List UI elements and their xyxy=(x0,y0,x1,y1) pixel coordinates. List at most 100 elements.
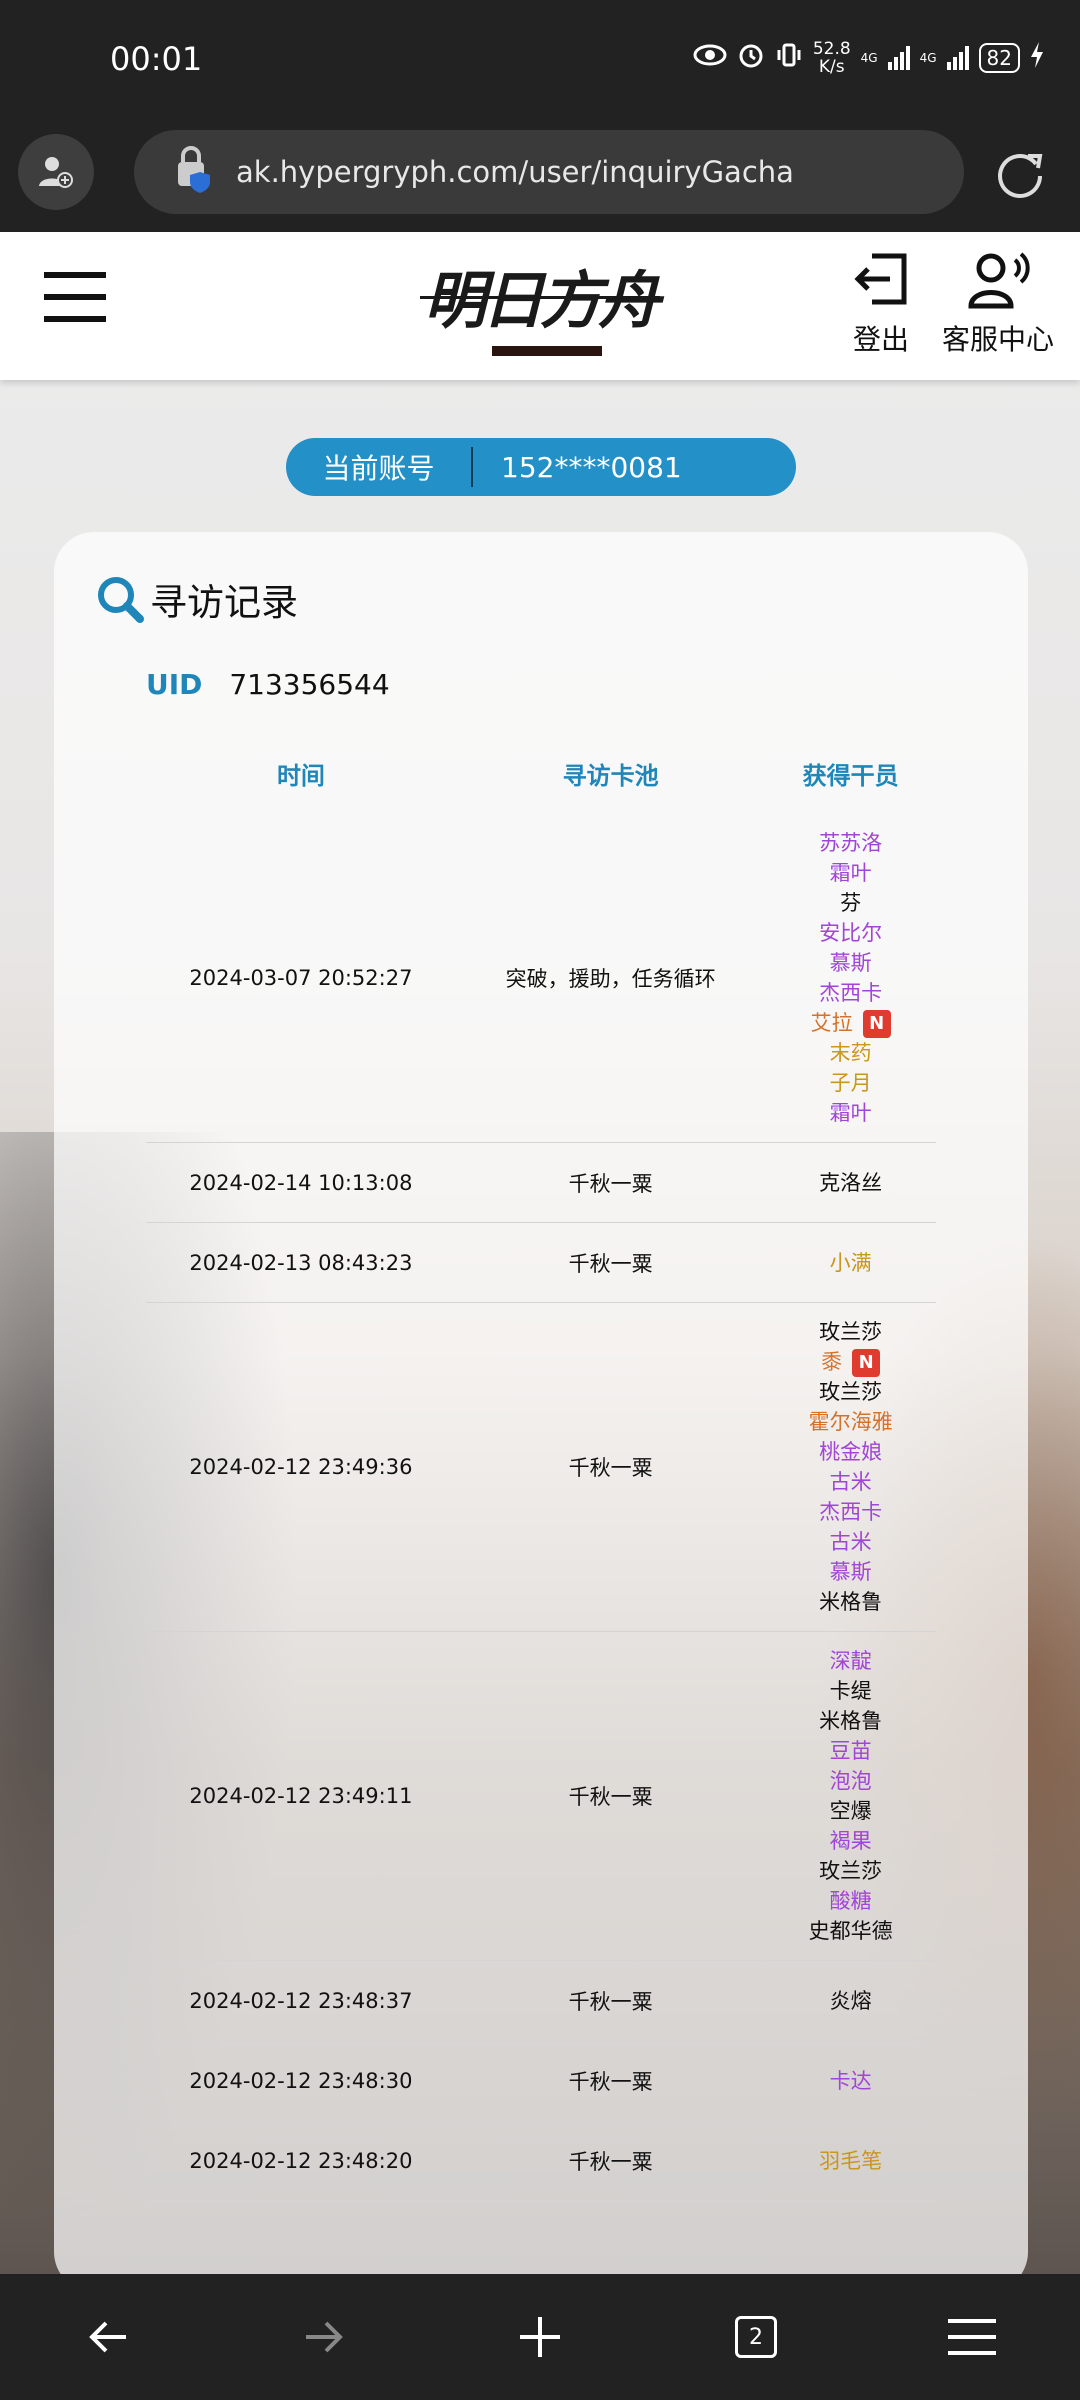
operator-name-text: 黍 xyxy=(821,1350,843,1374)
address-bar[interactable]: ak.hypergryph.com/user/inquiryGacha xyxy=(134,130,964,214)
operator-name: 慕斯 xyxy=(765,948,936,978)
new-tab-button[interactable] xyxy=(500,2297,580,2377)
operator-name-text: 霜叶 xyxy=(829,861,872,885)
operator-name-text: 泡泡 xyxy=(829,1769,872,1793)
logout-icon xyxy=(854,253,907,305)
refresh-button[interactable] xyxy=(990,144,1050,204)
column-header-time: 时间 xyxy=(276,761,325,790)
row-pool: 突破，援助，任务循环 xyxy=(455,814,766,1143)
operator-name: 卡达 xyxy=(765,2066,936,2096)
back-button[interactable] xyxy=(68,2297,148,2377)
vibrate-icon xyxy=(775,41,803,76)
operator-name: 褐果 xyxy=(765,1826,936,1856)
arknights-logo[interactable]: 明日方舟 xyxy=(420,250,660,368)
table-row: 2024-02-12 23:48:37 千秋一粟 炎熔 xyxy=(146,1960,936,2041)
operator-name: 玫兰莎 xyxy=(765,1317,936,1347)
operator-name-text: 卡达 xyxy=(829,2068,872,2093)
operator-name-text: 苏苏洛 xyxy=(819,831,883,855)
operator-name-text: 慕斯 xyxy=(829,951,872,975)
row-pool: 千秋一粟 xyxy=(455,1631,766,1961)
operator-name-text: 空爆 xyxy=(829,1799,872,1823)
row-pool: 千秋一粟 xyxy=(455,2040,766,2121)
operator-name: 霍尔海雅 xyxy=(765,1407,936,1437)
operator-name-text: 安比尔 xyxy=(819,921,883,945)
menu-icon xyxy=(44,272,106,278)
row-operators: 卡达 xyxy=(765,2040,936,2121)
logo-text: 明日方舟 xyxy=(423,264,660,337)
operator-name: 玫兰莎 xyxy=(765,1377,936,1407)
forward-button[interactable] xyxy=(284,2297,364,2377)
menu-button[interactable] xyxy=(44,272,106,322)
row-time: 2024-02-12 23:49:11 xyxy=(146,1631,456,1961)
uid-label: UID xyxy=(146,668,203,701)
operator-name-text: 羽毛笔 xyxy=(819,2148,883,2173)
operator-name: 古米 xyxy=(765,1467,936,1497)
operator-name-text: 米格鲁 xyxy=(819,1590,883,1614)
operator-name: 黍N xyxy=(765,1347,936,1377)
card-title-text: 寻访记录 xyxy=(150,581,298,624)
operator-name-text: 小满 xyxy=(829,1250,872,1275)
net-speed-unit: K/s xyxy=(818,57,845,77)
operator-name: 玫兰莎 xyxy=(765,1856,936,1886)
site-info-icon[interactable] xyxy=(172,144,214,201)
operator-name: 杰西卡 xyxy=(765,978,936,1008)
customer-service-label: 客服中心 xyxy=(942,323,1055,356)
operator-name: 豆苗 xyxy=(765,1736,936,1766)
logout-button[interactable]: 登出 xyxy=(850,248,912,358)
column-header-operators: 获得干员 xyxy=(802,761,899,790)
forward-arrow-icon xyxy=(306,2321,343,2353)
net-speed: 52.8 K/s xyxy=(813,40,851,76)
alarm-icon xyxy=(737,41,765,76)
operator-name: 芬 xyxy=(765,888,936,918)
operator-name-text: 桃金娘 xyxy=(819,1440,883,1464)
browser-menu-button[interactable] xyxy=(932,2297,1012,2377)
operator-name-text: 子月 xyxy=(829,1071,872,1095)
operator-name: 克洛丝 xyxy=(765,1168,936,1198)
operator-name: 泡泡 xyxy=(765,1766,936,1796)
row-operators: 苏苏洛 霜叶芬安比尔 慕斯 杰西卡 艾拉 N 末药 子月 霜叶 xyxy=(765,814,936,1143)
profile-button[interactable] xyxy=(18,134,94,210)
table-row: 2024-02-12 23:48:30 千秋一粟 卡达 xyxy=(146,2040,936,2121)
table-row: 2024-02-14 10:13:08 千秋一粟 克洛丝 xyxy=(146,1142,936,1223)
new-badge: N xyxy=(862,1010,891,1038)
operator-name: 古米 xyxy=(765,1527,936,1557)
network-type-1: 4G xyxy=(860,51,878,65)
account-label: 当前账号 xyxy=(322,452,435,485)
row-pool: 千秋一粟 xyxy=(455,1302,766,1632)
signal-icon-1 xyxy=(887,46,910,70)
operator-name: 桃金娘 xyxy=(765,1437,936,1467)
operator-name: 末药 xyxy=(765,1038,936,1068)
row-operators: 小满 xyxy=(765,1222,936,1303)
web-content: 明日方舟 登出 客服中心 当前账号 152****0081 寻访记录 UID 7… xyxy=(0,232,1080,2274)
operator-name-text: 芬 xyxy=(840,891,862,915)
table-body: 2024-03-07 20:52:27 突破，援助，任务循环 苏苏洛霜叶芬安比尔慕斯… xyxy=(146,814,936,2201)
refresh-icon xyxy=(998,154,1043,198)
row-time: 2024-02-14 10:13:08 xyxy=(146,1142,456,1223)
customer-service-button[interactable]: 客服中心 xyxy=(942,248,1054,358)
operator-name: 酸糖 xyxy=(765,1886,936,1916)
operator-name: 艾拉 N xyxy=(765,1008,936,1038)
operator-name-text: 酸糖 xyxy=(829,1889,872,1913)
menu-icon xyxy=(948,2319,996,2355)
table-row: 2024-02-12 23:49:36 千秋一粟 玫兰莎黍 N 玫兰莎 霍尔海雅 桃金娘 古米… xyxy=(146,1302,936,1632)
operator-name: 小满 xyxy=(765,1248,936,1278)
plus-icon xyxy=(520,2317,560,2357)
row-pool: 千秋一粟 xyxy=(455,2120,766,2201)
browser-bottom-bar: 2 xyxy=(0,2274,1080,2400)
operator-name-text: 深靛 xyxy=(829,1649,872,1673)
gacha-table: 时间 寻访卡池 获得干员 2024-03-07 20:52:27 突破，援助，任务… xyxy=(146,732,936,2201)
row-operators: 羽毛笔 xyxy=(765,2120,936,2201)
row-operators: 玫兰莎黍 N 玫兰莎 霍尔海雅 桃金娘 古米 杰西卡 古米 慕斯 米格鲁 xyxy=(765,1302,936,1632)
operator-name: 苏苏洛 xyxy=(765,828,936,858)
search-icon xyxy=(98,577,144,623)
site-header: 明日方舟 登出 客服中心 xyxy=(0,232,1080,380)
tabs-button[interactable]: 2 xyxy=(716,2297,796,2377)
row-time: 2024-03-07 20:52:27 xyxy=(146,814,456,1143)
operator-name-text: 霍尔海雅 xyxy=(808,1410,893,1434)
operator-name: 安比尔 xyxy=(765,918,936,948)
operator-name: 卡缇 xyxy=(765,1676,936,1706)
eye-icon xyxy=(693,43,727,74)
operator-name: 霜叶 xyxy=(765,858,936,888)
operator-name-text: 炎熔 xyxy=(829,1988,872,2013)
operator-name: 史都华德 xyxy=(765,1916,936,1946)
